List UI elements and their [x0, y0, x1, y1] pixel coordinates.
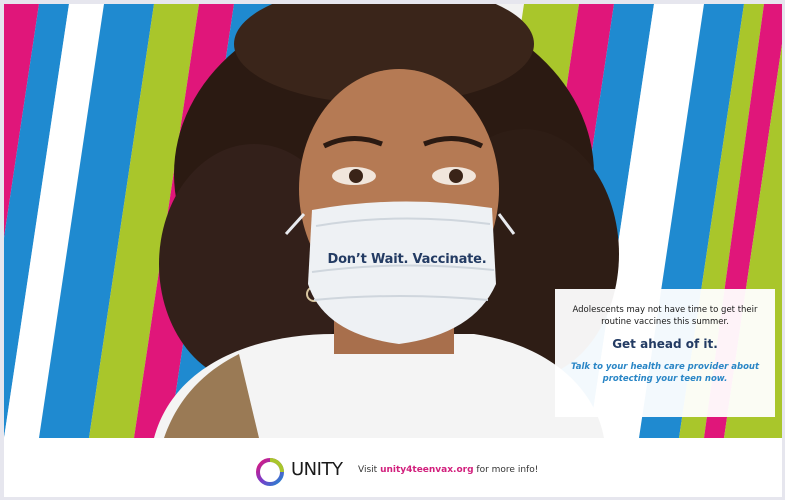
hero-image: Don’t Wait. Vaccinate. Adolescents may n…	[4, 4, 782, 438]
info-lead-text: Adolescents may not have time to get the…	[572, 305, 758, 327]
unity-logo-text: UNITY	[291, 459, 343, 480]
website-link[interactable]: unity4teenvax.org	[380, 465, 473, 475]
visit-line: Visit unity4teenvax.org for more info!	[358, 465, 538, 475]
footer: UNITY Visit unity4teenvax.org for more i…	[4, 438, 782, 497]
visit-suffix: for more info!	[476, 465, 539, 475]
tagline: Don’t Wait. Vaccinate.	[327, 252, 487, 267]
poster: Don’t Wait. Vaccinate. Adolescents may n…	[4, 4, 782, 497]
unity-logo-ring-icon	[256, 458, 284, 486]
info-cta-text: Talk to your health care provider about …	[570, 362, 760, 384]
info-card: Adolescents may not have time to get the…	[555, 289, 775, 417]
info-heading: Get ahead of it.	[612, 337, 718, 351]
visit-prefix: Visit	[358, 465, 378, 475]
